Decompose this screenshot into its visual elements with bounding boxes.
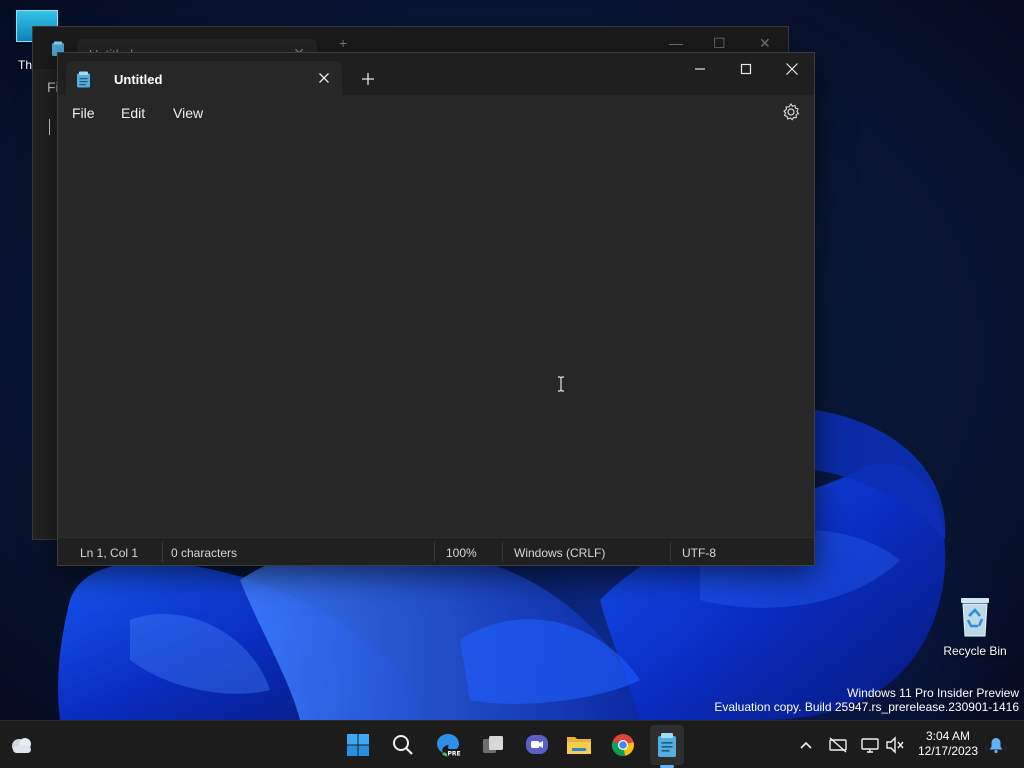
display-icon[interactable]	[860, 735, 880, 755]
search-icon[interactable]	[389, 731, 417, 759]
close-icon[interactable]	[769, 53, 815, 85]
status-divider	[162, 542, 163, 562]
desktop-icon-label: Th	[18, 58, 33, 72]
tab-title: Untitled	[114, 72, 163, 87]
status-character-count: 0 characters	[171, 546, 238, 560]
minimize-icon[interactable]	[677, 53, 723, 85]
desktop-icon-label: Recycle Bin	[943, 644, 1007, 658]
menubar: File Edit View	[58, 95, 814, 131]
weather-cloud-icon[interactable]	[8, 731, 36, 759]
status-divider	[502, 542, 503, 562]
volume-muted-icon[interactable]	[885, 735, 905, 755]
evaluation-watermark: Windows 11 Pro Insider Preview Evaluatio…	[714, 686, 1019, 714]
status-line-endings[interactable]: Windows (CRLF)	[514, 546, 605, 560]
maximize-icon[interactable]	[723, 53, 769, 85]
close-icon[interactable]	[314, 68, 334, 88]
system-clock[interactable]: 3:04 AM 12/17/2023	[914, 729, 982, 759]
close-icon[interactable]: ✕	[759, 35, 771, 52]
status-position: Ln 1, Col 1	[80, 546, 139, 560]
meet-icon[interactable]	[523, 731, 551, 759]
text-caret	[49, 119, 50, 135]
watermark-build: Evaluation copy. Build 25947.rs_prerelea…	[714, 700, 1019, 714]
folder-icon[interactable]	[565, 731, 593, 759]
start-button[interactable]	[344, 731, 372, 759]
status-encoding[interactable]: UTF-8	[682, 546, 716, 560]
clock-time: 3:04 AM	[925, 729, 971, 743]
taskbar: PRE 3:04 AM 12/17/2023	[0, 720, 1024, 768]
chevron-up-icon[interactable]	[796, 735, 816, 755]
notepad-window[interactable]: Untitled File Edit View Ln 1, Col 1 0 ch…	[57, 52, 815, 566]
plus-icon[interactable]: +	[339, 35, 347, 51]
svg-text:PRE: PRE	[447, 751, 460, 758]
status-bar: Ln 1, Col 1 0 characters 100% Windows (C…	[58, 537, 814, 565]
recycle-bin-icon	[958, 596, 992, 638]
clock-date: 12/17/2023	[917, 744, 979, 758]
tab-untitled[interactable]: Untitled	[66, 61, 342, 95]
i-beam-cursor-icon	[557, 376, 565, 397]
desktop-icon-recycle-bin[interactable]: Recycle Bin	[940, 596, 1010, 658]
titlebar[interactable]: Untitled	[58, 53, 814, 95]
status-zoom[interactable]: 100%	[446, 546, 477, 560]
status-divider	[434, 542, 435, 562]
plus-icon[interactable]	[358, 69, 378, 89]
task-view-icon[interactable]	[479, 731, 507, 759]
maximize-icon[interactable]: ☐	[713, 35, 726, 52]
menu-file[interactable]: File	[72, 105, 95, 121]
notification-bell-icon[interactable]	[986, 735, 1006, 755]
text-editor-area[interactable]	[58, 131, 814, 535]
edge-icon[interactable]: PRE	[434, 731, 462, 759]
notepad-icon[interactable]	[653, 731, 681, 759]
menu-edit[interactable]: Edit	[121, 105, 145, 121]
chrome-icon[interactable]	[609, 731, 637, 759]
menu-view[interactable]: View	[173, 105, 203, 121]
notepad-icon	[76, 71, 91, 93]
network-off-icon[interactable]	[828, 735, 848, 755]
watermark-edition: Windows 11 Pro Insider Preview	[847, 686, 1019, 700]
minimize-icon[interactable]: —	[669, 35, 683, 51]
gear-icon[interactable]	[780, 101, 802, 123]
status-divider	[670, 542, 671, 562]
